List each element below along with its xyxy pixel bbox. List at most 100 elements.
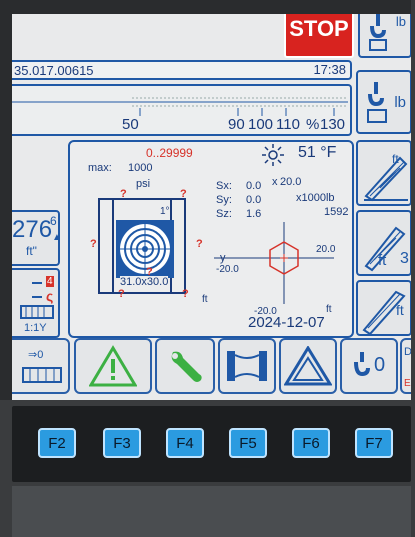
x-value: 20.0 (280, 176, 302, 188)
f5-label: F5 (239, 434, 257, 452)
edge-label: D (404, 346, 411, 358)
block-reset-button[interactable]: ⇒0 (12, 338, 70, 394)
id-bar: 35.017.00615 17:38 (12, 60, 352, 80)
hook-icon-small (354, 352, 370, 377)
f2-key[interactable]: F2 (38, 428, 76, 458)
boom-ft-3: ft (396, 302, 404, 318)
warning-triangle-icon (89, 345, 137, 387)
lb-top-label: lb (395, 14, 406, 29)
f3-key[interactable]: F3 (103, 428, 141, 458)
radius-readout-button[interactable]: 276 6 ft" ▲ (12, 210, 62, 266)
screen-bezel-top (0, 0, 415, 14)
hook-top-button[interactable]: lb (358, 14, 411, 58)
hook-red-icon: ς (46, 288, 54, 304)
right-value: 20.0 (316, 244, 336, 255)
max-value: 1000 (128, 162, 153, 174)
clock-time: 17:38 (313, 62, 346, 77)
scale-50: 50 (122, 116, 139, 133)
outrigger-button[interactable] (218, 338, 276, 394)
radius-unit: ft" (26, 244, 37, 258)
target-icon (116, 220, 174, 278)
f2-label: F2 (48, 434, 66, 452)
display-screen: STOP lb 35.017.00615 17:38 lb 50 90 100 … (12, 14, 411, 400)
date: 2024-12-07 (248, 314, 325, 331)
f7-key[interactable]: F7 (355, 428, 393, 458)
stop-label: STOP (289, 16, 349, 41)
multiplier: x1000lb (296, 192, 335, 204)
scale-130: 130 (320, 116, 346, 133)
max-label: max: (88, 162, 112, 174)
stop-button[interactable]: STOP (284, 14, 354, 58)
boom-ft-2: ft (378, 252, 387, 269)
edge-red-label: El (404, 378, 411, 389)
scale-ticks (12, 97, 348, 116)
ft-left: ft (202, 294, 208, 305)
boom-angle-icon (364, 156, 408, 202)
scale-percent: % (306, 116, 320, 133)
scale-100: 100 (248, 116, 274, 133)
f3-label: F3 (113, 434, 131, 452)
block-icon (20, 305, 54, 319)
radius-sup: 6 (50, 214, 57, 228)
temperature: 51 °F (298, 144, 337, 161)
scale-90: 90 (228, 116, 245, 133)
hazard-button[interactable] (279, 338, 337, 394)
outrigger-icon (227, 351, 267, 381)
load-value: 1592 (324, 206, 349, 218)
y-neg-value: -20.0 (216, 264, 239, 275)
radius-value: 276 (12, 216, 53, 243)
warn-q-6: ? (182, 288, 189, 300)
boom-ft-1: ft (392, 152, 399, 166)
edge-button[interactable]: D El (400, 338, 411, 394)
frame-dims: 31.0x30.0 (120, 276, 169, 288)
sz-label: Sz: (216, 208, 232, 220)
sx-value: 0.0 (246, 180, 262, 192)
y-axis-label: y (220, 252, 226, 264)
lower-housing (12, 486, 411, 537)
boom-ft-2-num: 3 (400, 250, 409, 267)
hook-count-red: 4 (46, 276, 54, 287)
warn-q-3: ? (90, 238, 97, 250)
main-panel: 0..29999 max: 1000 psi 51 °F Sx: 0.0 Sy:… (68, 140, 354, 338)
sun-icon (262, 144, 284, 166)
range-label: 0..29999 (146, 146, 193, 160)
screen-bezel-right (411, 0, 415, 400)
id-value: 35.017.00615 (14, 63, 94, 78)
tilt-angle: 1° (160, 206, 170, 217)
lb-right-label: lb (394, 94, 406, 111)
ft-right: ft (326, 304, 332, 315)
sz-value: 1.6 (246, 208, 262, 220)
warn-q-7: ? (146, 266, 153, 278)
hook-block-icon (367, 82, 387, 123)
f6-key[interactable]: F6 (292, 428, 330, 458)
hook-icon (369, 14, 387, 51)
triangle-up-icon: ▲ (52, 232, 62, 243)
f6-label: F6 (302, 434, 320, 452)
sx-label: Sx: (216, 180, 232, 192)
hook-select-button[interactable]: 4 ς 1:1Y (12, 268, 60, 338)
warn-q-4: ? (196, 238, 203, 250)
hook-count-bars (32, 282, 42, 298)
warn-q-1: ? (120, 188, 127, 200)
scale-110: 110 (276, 116, 300, 133)
boom-length-button[interactable]: ft 3 (356, 210, 411, 276)
boom-radius-button[interactable]: ft (356, 280, 411, 336)
f7-label: F7 (365, 434, 383, 452)
warn-q-5: ? (118, 288, 125, 300)
boom-angle-button[interactable]: ft (356, 140, 411, 206)
block-reset-icon (22, 367, 62, 383)
reeving-ratio: 1:1Y (24, 322, 47, 334)
warning-button[interactable] (74, 338, 152, 394)
sy-value: 0.0 (246, 194, 262, 206)
f4-label: F4 (176, 434, 194, 452)
f4-key[interactable]: F4 (166, 428, 204, 458)
sy-label: Sy: (216, 194, 232, 206)
hook-load-button[interactable]: lb (356, 70, 411, 134)
wrench-icon (171, 351, 202, 382)
unit-psi: psi (136, 178, 151, 190)
warn-q-2: ? (180, 188, 187, 200)
hook-zero-button[interactable]: 0 (340, 338, 398, 394)
service-button[interactable] (155, 338, 215, 394)
f5-key[interactable]: F5 (229, 428, 267, 458)
x-axis-label: x (272, 176, 278, 188)
